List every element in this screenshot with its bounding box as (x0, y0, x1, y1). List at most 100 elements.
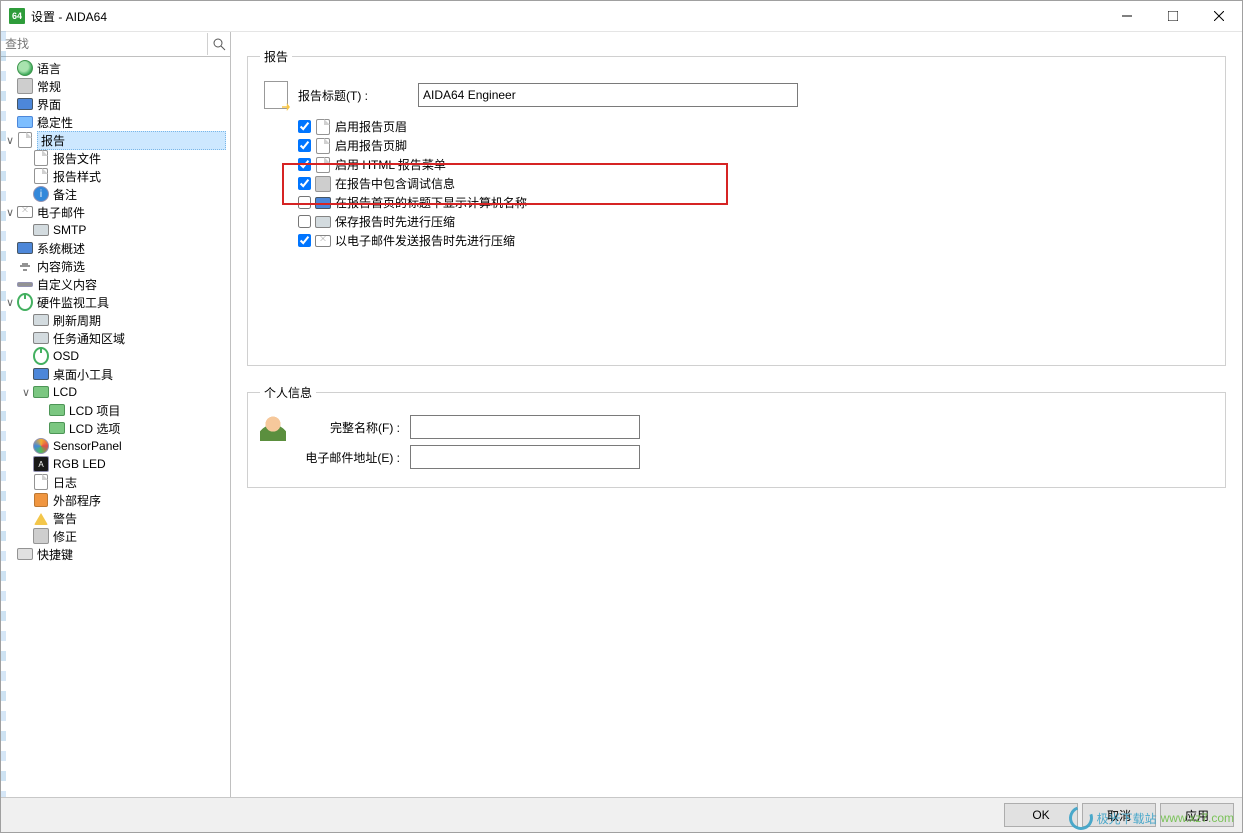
footer: OK 取消 应用 极光下载站 www.xz7.com (1, 797, 1242, 832)
email-input[interactable] (410, 445, 640, 469)
tree-item[interactable]: ∨电子邮件 (1, 203, 230, 221)
tree-item-label: 刷新周期 (53, 312, 226, 329)
tree-item-label: 报告 (37, 131, 226, 150)
tree-item[interactable]: LCD 选项 (1, 419, 230, 437)
ic-disk-icon (33, 330, 49, 346)
close-button[interactable] (1196, 1, 1242, 31)
tree-item[interactable]: 任务通知区域 (1, 329, 230, 347)
ok-button[interactable]: OK (1004, 803, 1078, 827)
tree-item[interactable]: 桌面小工具 (1, 365, 230, 383)
ic-mail-icon (315, 233, 331, 249)
search-input[interactable] (1, 35, 207, 53)
tree-item[interactable]: ∨硬件监视工具 (1, 293, 230, 311)
tree-item[interactable]: SensorPanel (1, 437, 230, 455)
tree-item-label: 常规 (37, 78, 226, 95)
tree-item[interactable]: LCD 项目 (1, 401, 230, 419)
ic-doc-icon (17, 132, 33, 148)
report-options-list: 启用报告页眉启用报告页脚启用 HTML 报告菜单在报告中包含调试信息在报告首页的… (298, 117, 1213, 250)
ic-globe-icon (17, 60, 33, 76)
ic-lcd-icon (49, 402, 65, 418)
ic-warn-icon (33, 510, 49, 526)
tree-item[interactable]: 快捷键 (1, 545, 230, 563)
tree-item[interactable]: 日志 (1, 473, 230, 491)
ic-gear-icon (33, 528, 49, 544)
tree-item[interactable]: 稳定性 (1, 113, 230, 131)
apply-button[interactable]: 应用 (1160, 803, 1234, 827)
ic-sensor-icon (33, 438, 49, 454)
tree-item[interactable]: 报告样式 (1, 167, 230, 185)
tree-item-label: 报告样式 (53, 168, 226, 185)
tree-item-label: 日志 (53, 474, 226, 491)
tree-item[interactable]: 刷新周期 (1, 311, 230, 329)
tree-item-label: SensorPanel (53, 439, 226, 453)
tree-item[interactable]: OSD (1, 347, 230, 365)
cancel-button[interactable]: 取消 (1082, 803, 1156, 827)
tree-item-label: 电子邮件 (37, 204, 226, 221)
report-option-row: 启用报告页眉 (298, 117, 1213, 136)
ic-gear-icon (17, 78, 33, 94)
tree-item[interactable]: 警告 (1, 509, 230, 527)
ic-mail-icon (17, 204, 33, 220)
tree-item[interactable]: 常规 (1, 77, 230, 95)
tree-item[interactable]: 内容筛选 (1, 257, 230, 275)
tree-item[interactable]: 修正 (1, 527, 230, 545)
full-name-input[interactable] (410, 415, 640, 439)
decoration-strip (1, 31, 6, 832)
report-option-row: 以电子邮件发送报告时先进行压缩 (298, 231, 1213, 250)
report-title-label: 报告标题(T) : (298, 87, 418, 104)
report-option-label: 启用报告页眉 (335, 118, 407, 135)
ic-doc-icon (315, 157, 331, 173)
ic-mon-icon (17, 240, 33, 256)
tree-item-label: OSD (53, 349, 226, 363)
tree-item-label: 报告文件 (53, 150, 226, 167)
tree-item[interactable]: 语言 (1, 59, 230, 77)
ic-disk-icon (315, 214, 331, 230)
report-option-label: 在报告中包含调试信息 (335, 175, 455, 192)
report-option-row: 启用 HTML 报告菜单 (298, 155, 1213, 174)
tree-item-label: 任务通知区域 (53, 330, 226, 347)
tree-item[interactable]: 系统概述 (1, 239, 230, 257)
report-option-checkbox[interactable] (298, 177, 311, 190)
report-option-checkbox[interactable] (298, 196, 311, 209)
tree-item[interactable]: SMTP (1, 221, 230, 239)
report-option-checkbox[interactable] (298, 120, 311, 133)
tree-item-label: RGB LED (53, 457, 226, 471)
report-option-row: 保存报告时先进行压缩 (298, 212, 1213, 231)
search-button[interactable] (207, 33, 230, 55)
ic-key-icon (17, 546, 33, 562)
maximize-button[interactable] (1150, 1, 1196, 31)
tree-item-label: LCD 选项 (69, 420, 226, 437)
report-option-checkbox[interactable] (298, 139, 311, 152)
window-title: 设置 - AIDA64 (31, 8, 107, 25)
tree-item-label: 桌面小工具 (53, 366, 226, 383)
sidebar: 语言常规界面稳定性∨报告报告文件报告样式i备注∨电子邮件SMTP系统概述内容筛选… (1, 32, 231, 797)
tree-item[interactable]: i备注 (1, 185, 230, 203)
ic-circle-icon (17, 294, 33, 310)
ic-disk-icon (33, 222, 49, 238)
report-option-label: 以电子邮件发送报告时先进行压缩 (335, 232, 515, 249)
report-option-row: 在报告首页的标题下显示计算机名称 (298, 193, 1213, 212)
tree-item[interactable]: 报告文件 (1, 149, 230, 167)
tree-item[interactable]: ARGB LED (1, 455, 230, 473)
minimize-button[interactable] (1104, 1, 1150, 31)
tree-item[interactable]: 界面 (1, 95, 230, 113)
expand-icon[interactable]: ∨ (19, 386, 33, 399)
personal-group-title: 个人信息 (260, 384, 316, 401)
tree-item[interactable]: ∨报告 (1, 131, 230, 149)
ic-filter-icon (17, 258, 33, 274)
report-option-checkbox[interactable] (298, 215, 311, 228)
report-title-input[interactable] (418, 83, 798, 107)
tree-item[interactable]: 自定义内容 (1, 275, 230, 293)
report-option-label: 在报告首页的标题下显示计算机名称 (335, 194, 527, 211)
tree-item-label: 界面 (37, 96, 226, 113)
report-option-label: 保存报告时先进行压缩 (335, 213, 455, 230)
tree-item[interactable]: ∨LCD (1, 383, 230, 401)
ic-bar-icon (17, 276, 33, 292)
report-option-checkbox[interactable] (298, 158, 311, 171)
report-option-checkbox[interactable] (298, 234, 311, 247)
email-label: 电子邮件地址(E) : (292, 449, 400, 466)
ic-doc-icon (33, 474, 49, 490)
full-name-label: 完整名称(F) : (292, 419, 400, 436)
report-icon (260, 79, 292, 111)
tree-item-label: 自定义内容 (37, 276, 226, 293)
